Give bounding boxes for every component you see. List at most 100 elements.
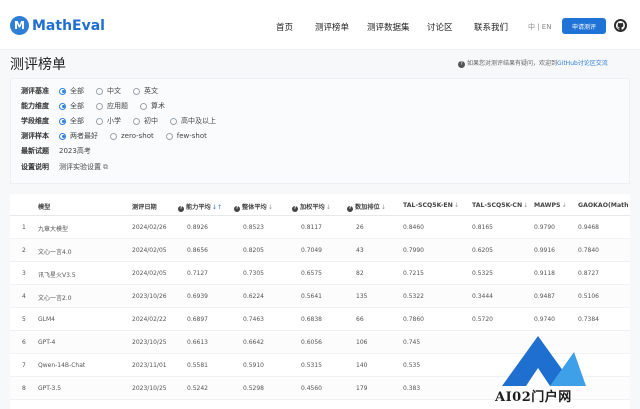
weighted-avg-cell: 0.5641 <box>301 293 322 300</box>
option-label: 小学 <box>107 117 121 125</box>
option-english[interactable]: 英文 <box>133 86 158 96</box>
tal-cn-cell: 0.3444 <box>472 293 493 300</box>
weighted-avg-cell: 0.7049 <box>301 247 322 254</box>
sort-icon[interactable]: ↓ <box>381 204 386 211</box>
option-middle[interactable]: 初中 <box>133 116 158 126</box>
overall-avg-cell: 0.5910 <box>243 362 264 369</box>
model-cell: GPT-4 <box>38 339 56 346</box>
model-cell: Qwen-14B-Chat <box>38 362 86 369</box>
weighted-avg-cell: 0.6575 <box>301 270 322 277</box>
nav-datasets[interactable]: 测评数据集 <box>367 21 410 33</box>
tal-en-cell: 0.383 <box>403 385 421 392</box>
radio[interactable] <box>133 117 140 125</box>
option-all[interactable]: 全部 <box>59 101 84 111</box>
radio-selected[interactable] <box>59 102 66 110</box>
radio-selected[interactable] <box>59 117 66 125</box>
option-high-and-above[interactable]: 高中及以上 <box>170 116 216 126</box>
external-link-icon[interactable]: ⧉ <box>103 163 108 172</box>
rank-cell: 4 <box>22 293 26 300</box>
col-label: 加权平均 <box>300 204 325 211</box>
col-label: TAL-SCQ5K-EN <box>403 202 453 209</box>
logo-icon: M <box>10 16 29 35</box>
option-arithmetic[interactable]: 算术 <box>140 101 165 111</box>
sort-icon[interactable]: ↓ <box>268 204 273 211</box>
sort-icon[interactable]: ↓↑ <box>212 204 222 211</box>
option-all[interactable]: 全部 <box>59 116 84 126</box>
watermark-text: AI02门户网 <box>495 390 572 405</box>
apply-evaluation-button[interactable]: 申请测评 <box>562 18 606 34</box>
rank-position-cell: 66 <box>356 316 364 323</box>
option-all[interactable]: 全部 <box>59 86 84 96</box>
col-weighted-avg[interactable]: ? 加权平均↓ <box>292 202 331 212</box>
model-cell: 文心一言4.0 <box>38 249 72 256</box>
overall-avg-cell: 0.7305 <box>243 270 264 277</box>
nav-contact[interactable]: 联系我们 <box>474 21 508 33</box>
radio[interactable] <box>133 87 140 95</box>
radio[interactable] <box>170 117 177 125</box>
col-rank[interactable]: ? 数加排位↓ <box>347 202 386 212</box>
overall-avg-cell: 0.5298 <box>243 385 264 392</box>
github-icon[interactable] <box>614 19 627 32</box>
sort-icon[interactable]: ↓ <box>326 204 331 211</box>
option-chinese[interactable]: 中文 <box>96 86 121 96</box>
radio-selected[interactable] <box>59 87 66 95</box>
settings-link[interactable]: 测评实验设置 <box>59 162 101 172</box>
filter-ability: 能力维度 全部 应用题 算术 <box>21 100 177 112</box>
mawps-cell: 0.9916 <box>534 247 555 254</box>
rank-position-cell: 106 <box>356 339 368 346</box>
ability-avg-cell: 0.6897 <box>187 316 208 323</box>
date-cell: 2023/10/26 <box>132 293 167 300</box>
col-tal-cn[interactable]: TAL-SCQ5K-CN↓ <box>472 202 528 209</box>
tal-en-cell: 0.7990 <box>403 247 424 254</box>
radio[interactable] <box>96 102 103 110</box>
filter-sample: 测评样本 两者最好 zero-shot few-shot <box>21 130 219 142</box>
model-cell: 文心一言2.0 <box>38 295 72 302</box>
option-primary[interactable]: 小学 <box>96 116 121 126</box>
col-tal-en[interactable]: TAL-SCQ5K-EN↓ <box>403 202 459 209</box>
option-zero-shot[interactable]: zero-shot <box>110 132 154 140</box>
col-overall-avg[interactable]: ? 整体平均↓ <box>234 202 273 212</box>
radio[interactable] <box>96 117 103 125</box>
latest-value: 2023高考 <box>59 147 91 155</box>
option-word-problems[interactable]: 应用题 <box>96 101 128 111</box>
mathEval-logo[interactable]: M MathEval <box>10 16 105 35</box>
filter-label: 学段维度 <box>21 117 49 125</box>
sort-icon[interactable]: ↓ <box>454 202 459 209</box>
radio[interactable] <box>110 132 117 140</box>
col-label: MAWPS <box>534 202 561 209</box>
ability-avg-cell: 0.6613 <box>187 339 208 346</box>
col-mawps[interactable]: MAWPS↓ <box>534 202 567 209</box>
radio[interactable] <box>96 87 103 95</box>
col-date: 测评日期 <box>132 204 157 211</box>
info-icon: ? <box>292 206 298 212</box>
info-icon: ? <box>347 206 353 212</box>
sort-icon[interactable]: ↓ <box>523 202 528 209</box>
filter-benchmark: 测评基准 全部 中文 英文 <box>21 85 170 97</box>
table-header: 模型 测评日期 ? 能力平均↓↑ ? 整体平均↓ ? 加权平均↓ ? 数加排位↓ TAL… <box>10 194 630 216</box>
sort-icon[interactable]: ↓ <box>561 202 566 209</box>
date-cell: 2024/02/26 <box>132 224 167 231</box>
rank-cell: 6 <box>22 339 26 346</box>
nav-home[interactable]: 首页 <box>276 21 293 33</box>
col-ability-avg[interactable]: ? 能力平均↓↑ <box>178 202 222 212</box>
gaokao-cell: 0.9468 <box>578 224 599 231</box>
date-cell: 2023/11/01 <box>132 362 167 369</box>
logo-text: MathEval <box>32 17 105 34</box>
info-icon: ? <box>178 206 184 212</box>
col-label: 数加排位 <box>355 204 380 211</box>
nav-discussion[interactable]: 讨论区 <box>427 21 453 33</box>
option-best-of-both[interactable]: 两者最好 <box>59 131 98 141</box>
language-switch[interactable]: 中 | EN <box>528 22 551 32</box>
ability-avg-cell: 0.8656 <box>187 247 208 254</box>
discussion-link[interactable]: GitHub讨论区交流 <box>557 60 608 67</box>
col-gaokao[interactable]: GAOKAO(Math <box>578 202 629 209</box>
gaokao-cell: 0.7840 <box>578 247 599 254</box>
radio-selected[interactable] <box>59 132 66 140</box>
nav-leaderboard[interactable]: 测评榜单 <box>315 21 349 33</box>
rank-cell: 5 <box>22 316 26 323</box>
radio[interactable] <box>165 132 173 140</box>
rank-cell: 2 <box>22 247 26 254</box>
option-label: 算术 <box>151 102 165 110</box>
radio[interactable] <box>140 102 147 110</box>
option-few-shot[interactable]: few-shot <box>165 132 207 140</box>
